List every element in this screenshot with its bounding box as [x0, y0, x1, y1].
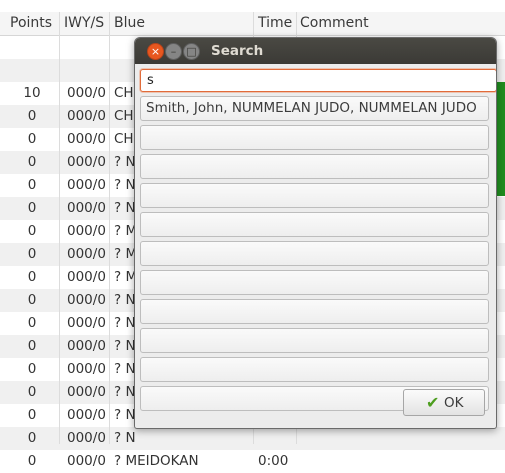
check-icon: ✔	[426, 393, 440, 412]
close-icon[interactable]: ×	[147, 43, 164, 60]
cell-iwy: 000/0	[67, 200, 106, 216]
cell-iwy: 000/0	[67, 269, 106, 285]
cell-points: 0	[27, 384, 37, 400]
cell-iwy: 000/0	[67, 108, 106, 124]
header-comment[interactable]: Comment	[300, 15, 369, 31]
cell-points: 0	[27, 269, 37, 285]
cell-iwy: 000/0	[67, 407, 106, 423]
cell-iwy: 000/0	[67, 384, 106, 400]
minimize-icon[interactable]: –	[165, 43, 182, 60]
header-iwy[interactable]: IWY/S	[64, 15, 104, 31]
maximize-icon[interactable]: □	[183, 43, 200, 60]
dialog-title: Search	[211, 43, 264, 59]
dialog-titlebar[interactable]: × – □ Search	[135, 38, 496, 64]
cell-blue: ? N	[114, 361, 136, 377]
cell-iwy: 000/0	[67, 292, 106, 308]
column-divider	[59, 12, 60, 444]
ok-button-label: OK	[444, 395, 464, 411]
search-result-item[interactable]: Smith, John, NUMMELAN JUDO, NUMMELAN JUD…	[140, 96, 489, 121]
cell-points: 0	[27, 246, 37, 262]
header-time[interactable]: Time	[258, 15, 292, 31]
cell-iwy: 000/0	[67, 315, 106, 331]
cell-iwy: 000/0	[67, 453, 106, 469]
cell-blue: ? MEIDOKAN	[114, 453, 199, 469]
search-result-item[interactable]	[140, 241, 489, 266]
cell-points: 0	[27, 223, 37, 239]
cell-points: 0	[27, 338, 37, 354]
cell-blue: ? N	[114, 407, 136, 423]
cell-points: 0	[27, 361, 37, 377]
cell-points: 0	[27, 315, 37, 331]
ok-button[interactable]: ✔ OK	[403, 389, 485, 416]
cell-points: 0	[27, 177, 37, 193]
column-divider	[109, 12, 110, 444]
search-result-label: Smith, John, NUMMELAN JUDO, NUMMELAN JUD…	[146, 100, 477, 116]
header-points[interactable]: Points	[10, 15, 52, 31]
cell-points: 0	[27, 108, 37, 124]
cell-blue: ? N	[114, 384, 136, 400]
cell-points: 0	[27, 292, 37, 308]
cell-blue: ? N	[114, 177, 136, 193]
cell-points: 10	[23, 85, 41, 101]
cell-points: 0	[27, 154, 37, 170]
search-result-item[interactable]	[140, 299, 489, 324]
cell-blue: CH	[114, 108, 134, 124]
cell-points: 0	[27, 453, 37, 469]
search-dialog: × – □ Search Smith, John, NUMMELAN JUDO,…	[134, 37, 497, 429]
search-result-item[interactable]	[140, 154, 489, 179]
cell-blue: ? N	[114, 292, 136, 308]
cell-time: 0:00	[258, 453, 289, 469]
cell-blue: ? N	[114, 154, 136, 170]
header-blue[interactable]: Blue	[114, 15, 145, 31]
cell-blue: CH	[114, 85, 134, 101]
cell-iwy: 000/0	[67, 85, 106, 101]
cell-blue: ? N	[114, 338, 136, 354]
search-result-item[interactable]	[140, 270, 489, 295]
search-result-item[interactable]	[140, 212, 489, 237]
search-input[interactable]	[140, 69, 496, 92]
cell-iwy: 000/0	[67, 177, 106, 193]
table-row[interactable]: 0 000/0 ? MEIDOKAN 0:00	[0, 450, 505, 473]
cell-iwy: 000/0	[67, 246, 106, 262]
cell-blue: ? N	[114, 200, 136, 216]
cell-blue: CH	[114, 131, 134, 147]
search-result-item[interactable]	[140, 125, 489, 150]
cell-points: 0	[27, 131, 37, 147]
cell-iwy: 000/0	[67, 338, 106, 354]
search-result-item[interactable]	[140, 328, 489, 353]
cell-blue: ? N	[114, 315, 136, 331]
cell-iwy: 000/0	[67, 154, 106, 170]
search-result-item[interactable]	[140, 183, 489, 208]
cell-iwy: 000/0	[67, 131, 106, 147]
search-result-item[interactable]	[140, 357, 489, 382]
cell-iwy: 000/0	[67, 223, 106, 239]
cell-points: 0	[27, 200, 37, 216]
cell-iwy: 000/0	[67, 361, 106, 377]
cell-points: 0	[27, 407, 37, 423]
